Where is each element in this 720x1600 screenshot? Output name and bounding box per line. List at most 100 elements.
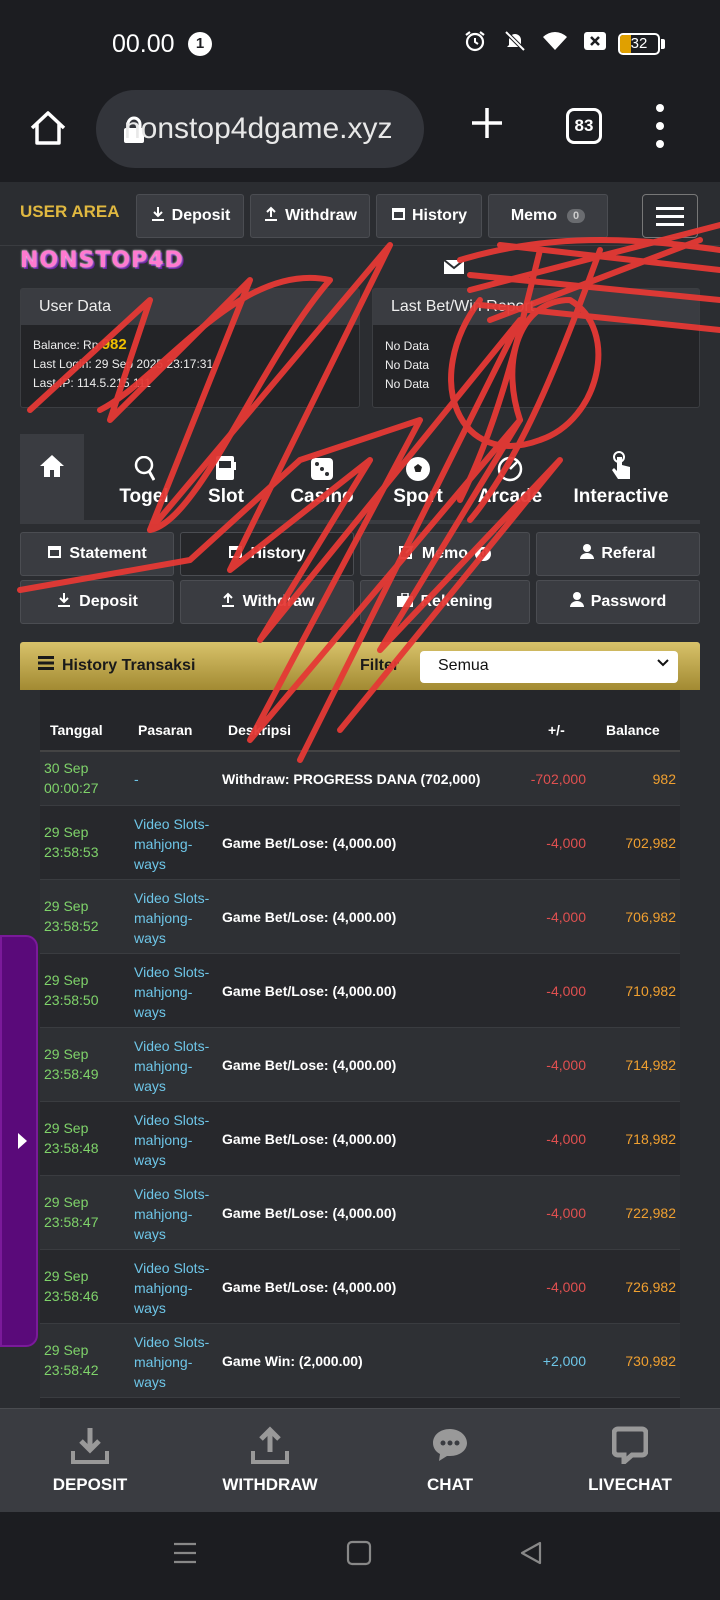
withdraw-tab-label: Withdraw [242,593,315,610]
cell-description: Game Bet/Lose: (4,000.00) [222,1131,397,1147]
memo-tab-button[interactable]: Memo 0 [360,532,530,576]
table-row: 29 Sep 23:58:52 Video Slots-mahjong-ways Ga… [40,880,680,954]
history-tab-button[interactable]: History [180,532,354,576]
withdraw-icon [220,592,236,613]
cell-pasaran: Video Slots-mahjong-ways [134,1112,210,1168]
history-button[interactable]: History [376,194,482,238]
memo-tab-label: Memo [421,545,469,562]
cell-date-time: 23:58:52 [44,918,99,934]
bottom-chat-button[interactable]: CHAT [380,1421,520,1495]
cell-pasaran: Video Slots-mahjong-ways [134,1038,210,1094]
cell-description: Game Bet/Lose: (4,000.00) [222,1279,397,1295]
deposit-button[interactable]: Deposit [136,194,244,238]
tab-arcade[interactable]: Arcade [470,442,550,508]
home-nav-icon[interactable] [346,1540,372,1571]
table-row: 30 Sep 00:00:27 - Withdraw: PROGRESS DANA (… [40,752,680,806]
caret-right-icon [18,1133,27,1149]
address-bar[interactable]: nonstop4dgame.xyz [96,90,424,168]
cell-description: Game Bet/Lose: (4,000.00) [222,983,397,999]
cell-date-day: 29 Sep [44,972,89,988]
deposit-icon [56,592,72,613]
rekening-label: Rekening [420,593,493,610]
cell-description: Game Bet/Lose: (4,000.00) [222,1057,397,1073]
cell-balance: 730,982 [625,1353,676,1369]
battery-indicator: 32 [618,33,660,55]
history-section: History Transaksi Filter Semua Tanggal P… [20,642,700,1408]
cell-date-day: 29 Sep [44,824,89,840]
col-deskripsi: Deskripsi [228,722,292,738]
interactive-label: Interactive [573,486,669,507]
cell-pasaran: Video Slots-mahjong-ways [134,816,210,872]
tab-count-button[interactable]: 83 [566,108,602,144]
dice-icon [282,442,362,482]
more-menu-icon[interactable] [654,104,666,148]
cell-pasaran: - [134,771,139,787]
history-title: History Transaksi [38,656,195,675]
history-label: History [411,207,468,224]
bottom-deposit-label: DEPOSIT [52,1475,128,1494]
bottom-livechat-button[interactable]: LIVECHAT [560,1421,700,1495]
rekening-button[interactable]: Rekening [360,580,530,624]
table-row: 29 Sep 23:58:53 Video Slots-mahjong-ways Ga… [40,806,680,880]
tab-home[interactable] [20,434,84,522]
side-drawer-toggle[interactable] [0,935,38,1347]
cell-pasaran: Video Slots-mahjong-ways [134,1186,210,1242]
togel-icon [106,442,182,482]
hamburger-menu-icon[interactable] [642,194,698,238]
tab-casino[interactable]: Casino [282,442,362,508]
soccer-ball-icon [378,442,458,482]
table-row: 29 Sep 23:58:47 Video Slots-mahjong-ways Ga… [40,1176,680,1250]
last-bet-panel: Last Bet/Win Report No Data No Data No D… [372,288,700,408]
tab-interactive[interactable]: Interactive [568,442,674,508]
tab-togel[interactable]: Togel [106,442,182,508]
bottom-chat-label: CHAT [427,1475,473,1494]
user-area-label: USER AREA [20,202,120,221]
withdraw-button[interactable]: Withdraw [250,194,370,238]
site-logo[interactable]: NONSTOP4D [20,248,184,273]
table-row: 29 Sep 23:58:46 Video Slots-mahjong-ways Ga… [40,1250,680,1324]
cell-date-time: 23:58:42 [44,1362,99,1378]
bottom-withdraw-label: WITHDRAW [222,1475,318,1494]
user-icon [569,592,584,612]
url-text: nonstop4dgame.xyz [124,112,393,145]
history-title-text: History Transaksi [62,656,196,674]
mail-icon[interactable] [443,259,465,279]
back-nav-icon[interactable] [518,1540,544,1571]
col-amount: +/- [548,722,565,738]
referal-button[interactable]: Referal [536,532,700,576]
upload-icon [200,1421,340,1469]
withdraw-icon [263,206,279,227]
deposit-tab-button[interactable]: Deposit [20,580,174,624]
cell-date: 29 Sep 23:58:53 [44,822,99,862]
casino-label: Casino [290,486,354,507]
tab-sport[interactable]: Sport [378,442,458,508]
browser-toolbar: nonstop4dgame.xyz 83 [0,90,720,182]
statement-button[interactable]: Statement [20,532,174,576]
password-label: Password [590,593,667,610]
memo-button[interactable]: Memo 0 [488,194,608,238]
deposit-label: Deposit [171,207,231,224]
top-navbar: USER AREA Deposit Withdraw History Memo … [0,182,720,246]
recent-apps-icon[interactable] [172,1540,198,1571]
list-icon [38,656,54,675]
password-button[interactable]: Password [536,580,700,624]
cell-date: 29 Sep 23:58:47 [44,1192,99,1232]
alarm-icon [462,28,488,54]
tab-slot[interactable]: Slot [196,442,256,508]
withdraw-tab-button[interactable]: Withdraw [180,580,354,624]
cell-amount: -702,000 [530,771,586,787]
deposit-tab-label: Deposit [79,593,138,610]
system-nav-bar [0,1512,720,1600]
filter-select[interactable]: Semua [420,651,678,683]
cell-description: Game Bet/Lose: (4,000.00) [222,909,397,925]
bottom-deposit-button[interactable]: DEPOSIT [20,1421,160,1495]
slot-machine-icon [196,442,256,482]
deposit-icon [150,206,166,227]
history-tab-label: History [250,545,306,562]
chat-bubble-icon [380,1421,520,1469]
new-tab-button[interactable] [470,106,504,146]
history-table: Tanggal Pasaran Deskripsi +/- Balance 30… [40,690,680,1408]
bottom-withdraw-button[interactable]: WITHDRAW [200,1421,340,1495]
browser-home-icon[interactable] [28,108,68,148]
cell-balance: 726,982 [625,1279,676,1295]
